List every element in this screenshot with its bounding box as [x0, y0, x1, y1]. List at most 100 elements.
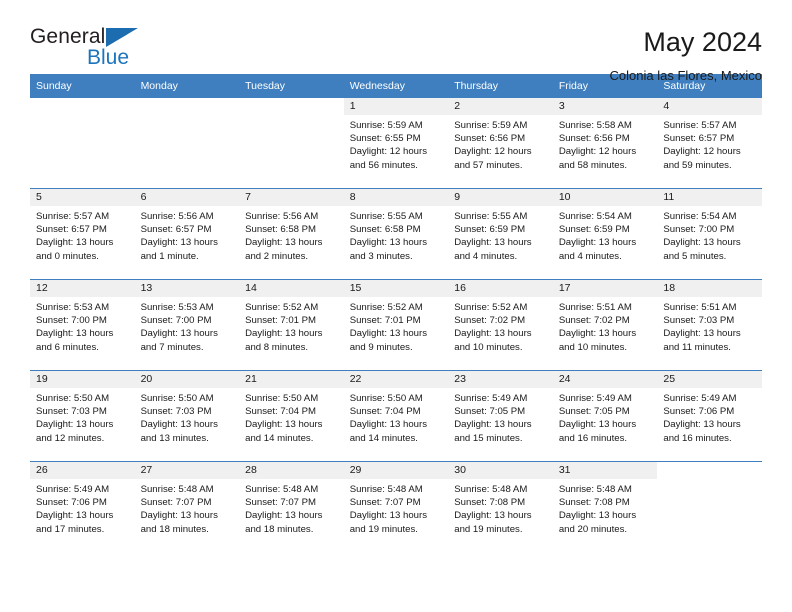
day-number: 1: [343, 98, 449, 115]
day-number: 12: [30, 280, 135, 297]
day-cell-inner: 2 Sunrise: 5:59 AM Sunset: 6:56 PM Dayli…: [448, 98, 553, 188]
day-cell[interactable]: 29 Sunrise: 5:48 AM Sunset: 7:07 PM Dayl…: [343, 461, 449, 552]
day-cell-inner: 14 Sunrise: 5:52 AM Sunset: 7:01 PM Dayl…: [239, 280, 344, 370]
day-cell[interactable]: 13 Sunrise: 5:53 AM Sunset: 7:00 PM Dayl…: [134, 279, 240, 371]
day-cell[interactable]: 6 Sunrise: 5:56 AM Sunset: 6:57 PM Dayli…: [134, 188, 240, 280]
logo-text-general: General: [30, 25, 106, 48]
day-cell[interactable]: 22 Sunrise: 5:50 AM Sunset: 7:04 PM Dayl…: [343, 370, 449, 462]
day-info: Sunrise: 5:54 AM Sunset: 6:59 PM Dayligh…: [553, 206, 658, 263]
day-cell[interactable]: 7 Sunrise: 5:56 AM Sunset: 6:58 PM Dayli…: [239, 188, 344, 280]
day-cell[interactable]: 1 Sunrise: 5:59 AM Sunset: 6:55 PM Dayli…: [343, 98, 449, 189]
day-cell-inner: 1 Sunrise: 5:59 AM Sunset: 6:55 PM Dayli…: [343, 98, 449, 188]
day-info: Sunrise: 5:56 AM Sunset: 6:57 PM Dayligh…: [135, 206, 240, 263]
sunrise-line: Sunrise: 5:49 AM: [663, 393, 737, 404]
day-cell-inner: 18 Sunrise: 5:51 AM Sunset: 7:03 PM Dayl…: [657, 280, 762, 370]
daylight-line-2: and 15 minutes.: [454, 432, 523, 444]
weekday-header-wednesday: Wednesday: [343, 74, 449, 98]
day-info: Sunrise: 5:48 AM Sunset: 7:08 PM Dayligh…: [448, 479, 553, 536]
day-info: Sunrise: 5:49 AM Sunset: 7:05 PM Dayligh…: [553, 388, 658, 445]
day-cell[interactable]: 25 Sunrise: 5:49 AM Sunset: 7:06 PM Dayl…: [657, 370, 762, 462]
day-cell-inner: [657, 462, 762, 552]
day-info: Sunrise: 5:59 AM Sunset: 6:55 PM Dayligh…: [344, 115, 449, 172]
daylight-line-2: and 10 minutes.: [454, 341, 523, 353]
day-cell[interactable]: 16 Sunrise: 5:52 AM Sunset: 7:02 PM Dayl…: [448, 279, 553, 371]
day-cell[interactable]: 8 Sunrise: 5:55 AM Sunset: 6:58 PM Dayli…: [343, 188, 449, 280]
day-cell[interactable]: 14 Sunrise: 5:52 AM Sunset: 7:01 PM Dayl…: [239, 279, 344, 371]
day-cell-inner: 7 Sunrise: 5:56 AM Sunset: 6:58 PM Dayli…: [239, 189, 344, 279]
daylight-line-1: Daylight: 13 hours: [36, 237, 114, 249]
day-cell[interactable]: 18 Sunrise: 5:51 AM Sunset: 7:03 PM Dayl…: [657, 279, 762, 371]
day-cell-inner: 28 Sunrise: 5:48 AM Sunset: 7:07 PM Dayl…: [239, 462, 344, 552]
daylight-line-2: and 11 minutes.: [663, 341, 731, 353]
day-cell[interactable]: 30 Sunrise: 5:48 AM Sunset: 7:08 PM Dayl…: [448, 461, 553, 552]
day-cell[interactable]: [135, 98, 240, 189]
day-cell[interactable]: 17 Sunrise: 5:51 AM Sunset: 7:02 PM Dayl…: [552, 279, 658, 371]
sunrise-line: Sunrise: 5:50 AM: [36, 393, 110, 404]
day-number: [135, 98, 240, 115]
day-cell[interactable]: 15 Sunrise: 5:52 AM Sunset: 7:01 PM Dayl…: [343, 279, 449, 371]
day-number: 27: [134, 462, 240, 479]
daylight-line-2: and 18 minutes.: [140, 523, 209, 535]
day-info: Sunrise: 5:55 AM Sunset: 6:59 PM Dayligh…: [448, 206, 553, 263]
day-cell[interactable]: 2 Sunrise: 5:59 AM Sunset: 6:56 PM Dayli…: [448, 98, 553, 189]
day-cell[interactable]: 27 Sunrise: 5:48 AM Sunset: 7:07 PM Dayl…: [134, 461, 240, 552]
day-cell[interactable]: 24 Sunrise: 5:49 AM Sunset: 7:05 PM Dayl…: [552, 370, 658, 462]
day-number: [30, 98, 135, 115]
day-cell[interactable]: 9 Sunrise: 5:55 AM Sunset: 6:59 PM Dayli…: [448, 188, 553, 280]
daylight-line-2: and 10 minutes.: [558, 341, 628, 353]
daylight-line-1: Daylight: 13 hours: [558, 510, 637, 522]
daylight-line-2: and 19 minutes.: [349, 523, 418, 535]
day-cell[interactable]: 21 Sunrise: 5:50 AM Sunset: 7:04 PM Dayl…: [239, 370, 344, 462]
sunset-line: Sunset: 7:05 PM: [558, 406, 630, 418]
day-cell-inner: 12 Sunrise: 5:53 AM Sunset: 7:00 PM Dayl…: [30, 280, 135, 370]
day-cell[interactable]: 20 Sunrise: 5:50 AM Sunset: 7:03 PM Dayl…: [134, 370, 240, 462]
day-cell[interactable]: 19 Sunrise: 5:50 AM Sunset: 7:03 PM Dayl…: [30, 370, 135, 462]
daylight-line-1: Daylight: 13 hours: [349, 510, 428, 522]
day-cell[interactable]: 3 Sunrise: 5:58 AM Sunset: 6:56 PM Dayli…: [552, 98, 658, 189]
day-cell[interactable]: 4 Sunrise: 5:57 AM Sunset: 6:57 PM Dayli…: [657, 98, 762, 189]
day-cell[interactable]: 28 Sunrise: 5:48 AM Sunset: 7:07 PM Dayl…: [239, 461, 344, 552]
day-cell[interactable]: 10 Sunrise: 5:54 AM Sunset: 6:59 PM Dayl…: [552, 188, 658, 280]
day-cell[interactable]: [30, 98, 135, 189]
sunset-line: Sunset: 7:06 PM: [663, 406, 735, 418]
sunset-line: Sunset: 7:03 PM: [140, 406, 212, 418]
daylight-line-2: and 14 minutes.: [245, 432, 314, 444]
day-cell[interactable]: 26 Sunrise: 5:49 AM Sunset: 7:06 PM Dayl…: [30, 461, 135, 552]
day-info: Sunrise: 5:50 AM Sunset: 7:04 PM Dayligh…: [344, 388, 449, 445]
day-cell[interactable]: [239, 98, 344, 189]
day-number: [657, 462, 762, 479]
sunset-line: Sunset: 6:59 PM: [454, 224, 526, 236]
daylight-line-1: Daylight: 12 hours: [454, 146, 532, 158]
day-number: 22: [343, 371, 449, 388]
day-number: 6: [134, 189, 240, 206]
sunset-line: Sunset: 7:01 PM: [245, 315, 317, 327]
general-blue-logo[interactable]: General Blue: [30, 26, 160, 72]
day-cell[interactable]: 11 Sunrise: 5:54 AM Sunset: 7:00 PM Dayl…: [657, 188, 762, 280]
day-number: 5: [30, 189, 135, 206]
daylight-line-2: and 1 minute.: [140, 250, 199, 262]
sunrise-line: Sunrise: 5:50 AM: [140, 393, 214, 404]
day-cell[interactable]: [657, 461, 762, 552]
daylight-line-2: and 16 minutes.: [558, 432, 628, 444]
day-cell[interactable]: 12 Sunrise: 5:53 AM Sunset: 7:00 PM Dayl…: [30, 279, 135, 371]
sunset-line: Sunset: 7:08 PM: [558, 497, 630, 509]
day-cell[interactable]: 31 Sunrise: 5:48 AM Sunset: 7:08 PM Dayl…: [552, 461, 658, 552]
day-info: Sunrise: 5:57 AM Sunset: 6:57 PM Dayligh…: [30, 206, 135, 263]
day-cell-inner: 11 Sunrise: 5:54 AM Sunset: 7:00 PM Dayl…: [657, 189, 762, 279]
week-row: 12 Sunrise: 5:53 AM Sunset: 7:00 PM Dayl…: [30, 279, 762, 371]
daylight-line-1: Daylight: 13 hours: [663, 237, 741, 249]
sunrise-line: Sunrise: 5:57 AM: [36, 211, 110, 222]
sunrise-line: Sunrise: 5:56 AM: [140, 211, 214, 222]
day-cell[interactable]: 5 Sunrise: 5:57 AM Sunset: 6:57 PM Dayli…: [30, 188, 135, 280]
sunrise-line: Sunrise: 5:59 AM: [349, 120, 423, 131]
day-cell[interactable]: 23 Sunrise: 5:49 AM Sunset: 7:05 PM Dayl…: [448, 370, 553, 462]
daylight-line-1: Daylight: 13 hours: [663, 328, 741, 340]
day-info: Sunrise: 5:53 AM Sunset: 7:00 PM Dayligh…: [135, 297, 240, 354]
daylight-line-2: and 57 minutes.: [454, 159, 523, 171]
sunrise-line: Sunrise: 5:51 AM: [663, 302, 737, 313]
day-info: Sunrise: 5:49 AM Sunset: 7:06 PM Dayligh…: [30, 479, 135, 536]
daylight-line-1: Daylight: 13 hours: [454, 237, 532, 249]
daylight-line-2: and 59 minutes.: [663, 159, 732, 171]
daylight-line-1: Daylight: 13 hours: [140, 419, 218, 431]
day-cell-inner: 6 Sunrise: 5:56 AM Sunset: 6:57 PM Dayli…: [134, 189, 240, 279]
